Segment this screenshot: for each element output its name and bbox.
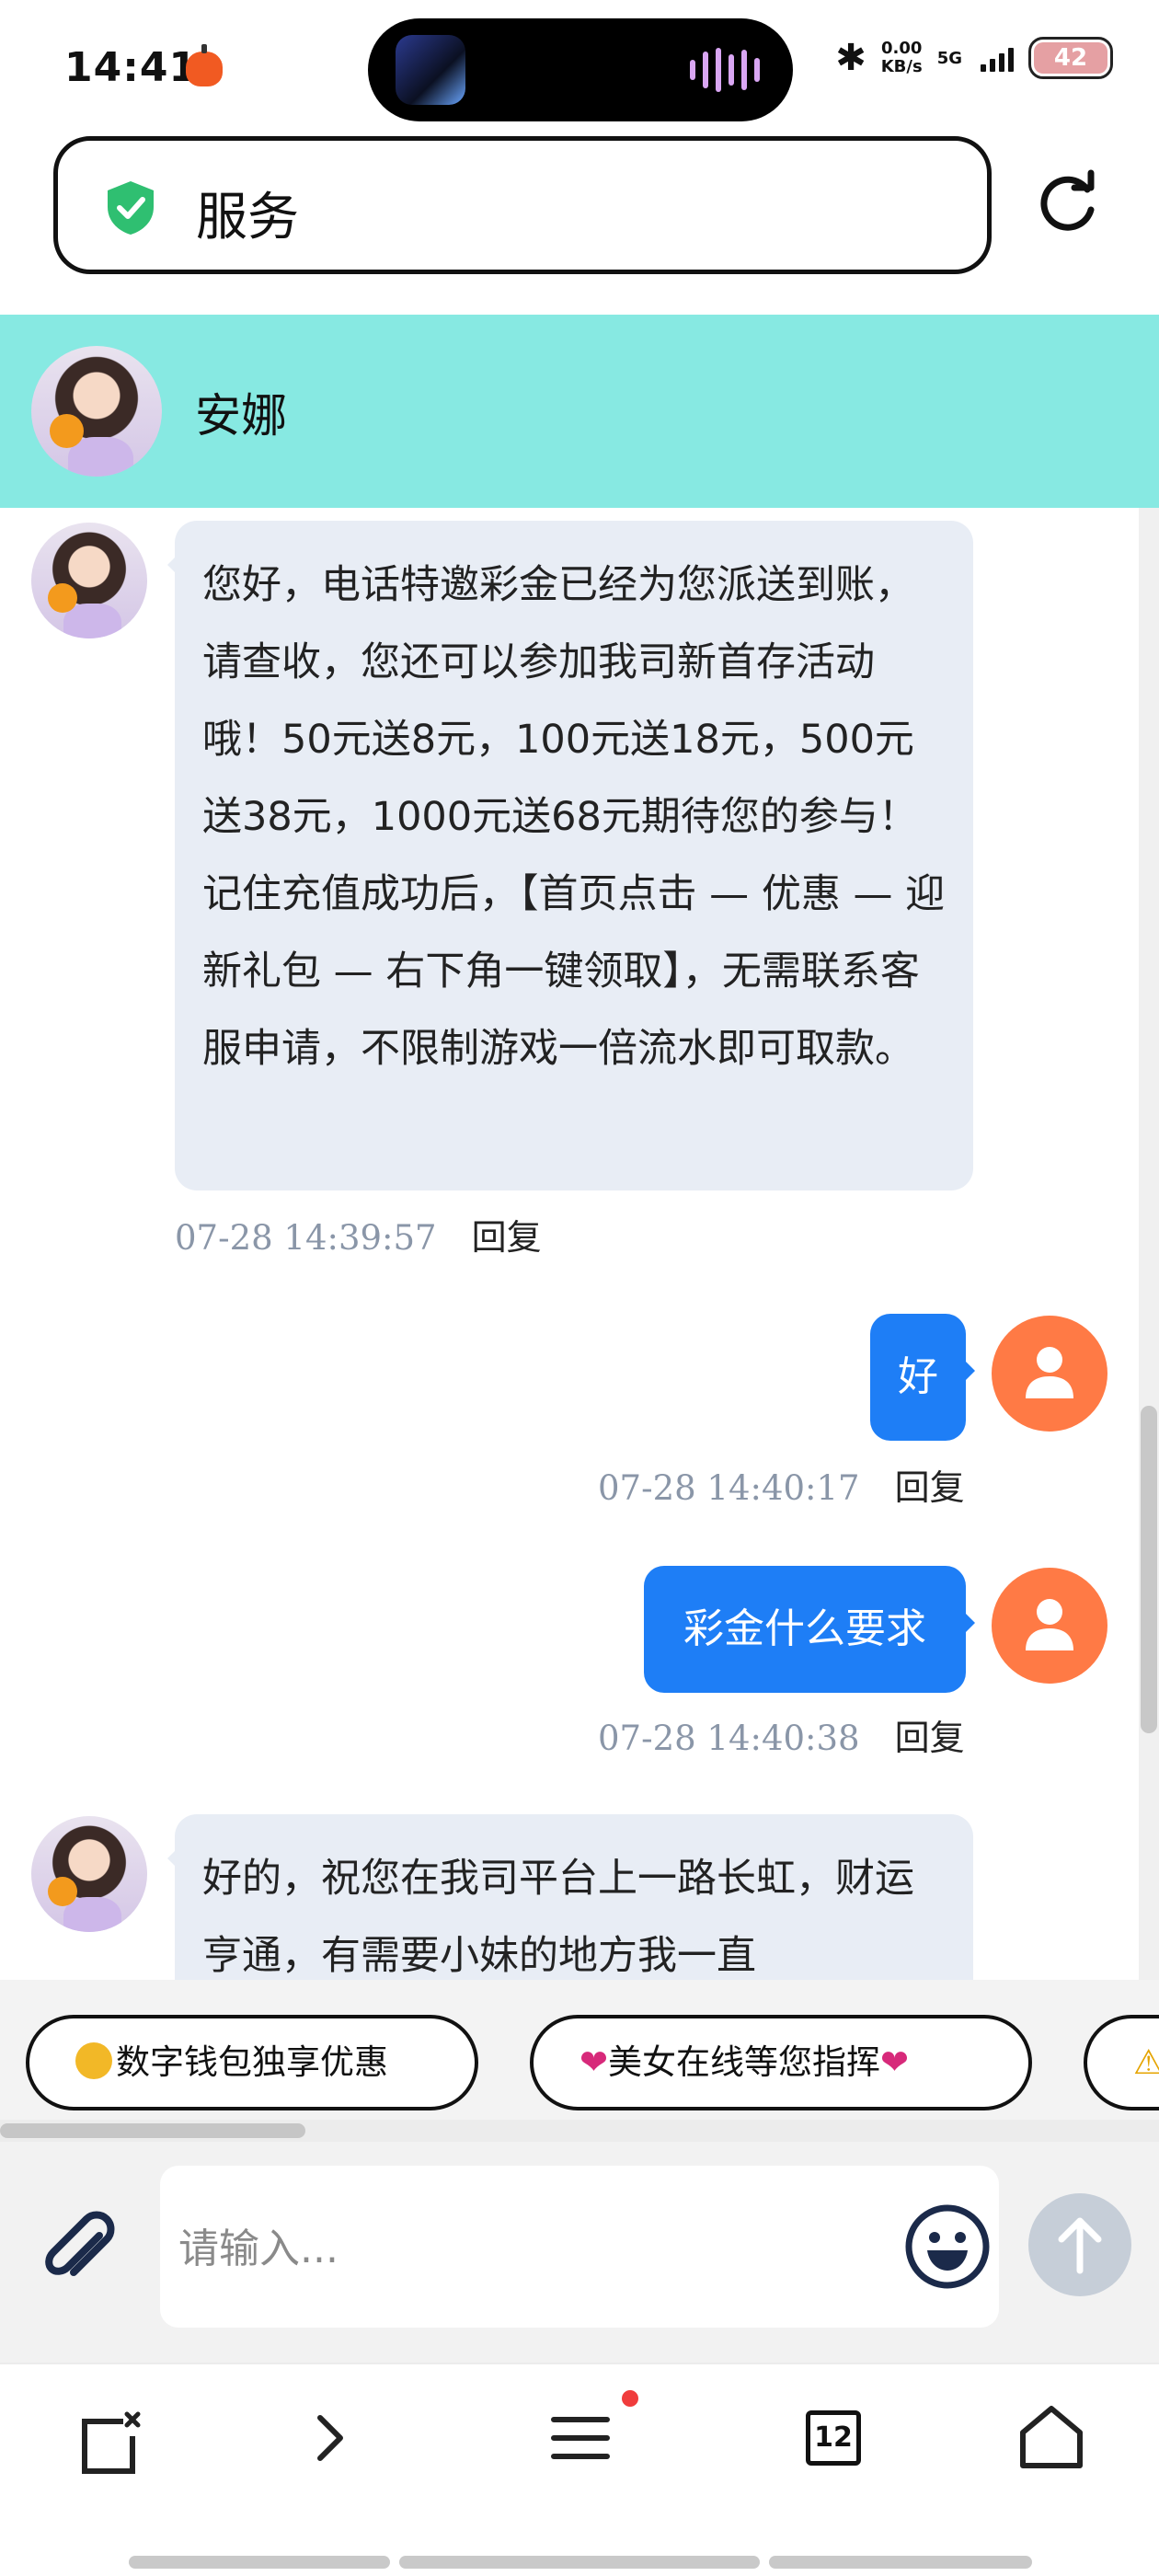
warning-icon: ⚠ [1133,2042,1159,2082]
page-title: 服务 [196,188,299,247]
reply-button[interactable]: 回复 [895,1467,965,1508]
close-tab-icon[interactable] [68,2405,151,2488]
bluetooth-icon: ✱ [835,37,866,79]
dynamic-island[interactable] [368,18,793,121]
hearts-icon: ❤ [580,2042,609,2082]
status-time: 14:41 [64,44,199,91]
quick-reply-chip[interactable]: ⚠ [1084,2015,1159,2110]
quick-reply-label: 美女在线等您指挥 [608,2042,881,2082]
gesture-bar[interactable] [769,2556,1032,2569]
user-person-icon [1026,1599,1073,1650]
audio-wave-icon [690,48,760,92]
gesture-bar[interactable] [399,2556,760,2569]
attachment-icon[interactable] [35,2208,127,2300]
emoji-icon[interactable] [903,2202,992,2291]
battery-icon: 42 [1028,37,1113,79]
secure-shield-icon [108,181,154,235]
status-bar: 14:41 ✱ 0.00 KB/s 5G 42 [0,0,1159,138]
reply-button[interactable]: 回复 [472,1217,542,1258]
message-input-box[interactable] [160,2166,999,2328]
quick-reply-chip[interactable]: ❤美女在线等您指挥❤ [530,2015,1032,2110]
agent-avatar[interactable] [31,1816,147,1932]
network-type: 5G [936,48,962,68]
message-timestamp: 07-28 14:39:57 [175,1218,437,1258]
user-message-bubble: 好 [870,1314,975,1441]
message-timestamp: 07-28 14:40:17 [598,1468,860,1508]
message-scrollbar-thumb[interactable] [1141,1406,1157,1733]
chat-header: 安娜 [0,315,1159,508]
menu-icon[interactable] [539,2396,622,2478]
message-timestamp: 07-28 14:40:38 [598,1719,860,1758]
agent-avatar[interactable] [31,346,162,477]
message-meta: 07-28 14:40:38 回复 [598,1709,965,1760]
quick-reply-chip[interactable]: 数字钱包独享优惠 [26,2015,478,2110]
user-avatar [992,1316,1107,1432]
home-icon[interactable] [1010,2396,1093,2478]
message-meta: 07-28 14:40:17 回复 [598,1459,965,1510]
network-speed: 0.00 KB/s [881,40,923,76]
hearts-icon: ❤ [880,2042,910,2082]
message-meta: 07-28 14:39:57 回复 [175,1209,542,1259]
agent-avatar[interactable] [31,523,147,638]
address-bar[interactable]: 服务 [53,136,992,274]
agent-message-bubble: 好的，祝您在我司平台上一路长虹，财运亨通，有需要小妹的地方我一直 [167,1814,973,1980]
reload-icon[interactable] [1036,169,1102,236]
quick-reply-bar[interactable]: 数字钱包独享优惠 ❤美女在线等您指挥❤ ⚠ [0,1980,1159,2120]
message-list[interactable]: 您好，电话特邀彩金已经为您派送到账，请查收，您还可以参加我司新首存活动哦！50元… [0,508,1159,1980]
chips-scrollbar[interactable] [0,2120,1159,2142]
network-speed-value: 0.00 [880,39,923,58]
network-speed-unit: KB/s [880,57,923,76]
pumpkin-notification-icon [186,44,223,86]
notification-dot [622,2390,638,2407]
arrow-up-icon [1058,2217,1102,2274]
status-icons: ✱ 0.00 KB/s 5G 42 [835,37,1113,79]
user-avatar [992,1568,1107,1684]
forward-icon[interactable] [287,2396,370,2478]
reply-button[interactable]: 回复 [895,1718,965,1758]
signal-icon [981,44,1014,72]
agent-message-bubble: 您好，电话特邀彩金已经为您派送到账，请查收，您还可以参加我司新首存活动哦！50元… [167,521,973,1190]
message-input[interactable] [178,2212,859,2285]
message-scrollbar[interactable] [1139,508,1159,1980]
send-button[interactable] [1028,2193,1131,2296]
user-person-icon [1026,1347,1073,1398]
tabs-button[interactable]: 12 [806,2410,861,2466]
money-bag-icon [75,2041,112,2079]
gesture-bar[interactable] [129,2556,390,2569]
media-thumbnail [396,35,465,105]
user-message-bubble: 彩金什么要求 [644,1566,975,1693]
composer [0,2142,1159,2363]
agent-name: 安娜 [195,389,287,443]
quick-reply-label: 数字钱包独享优惠 [116,2042,388,2082]
battery-level: 42 [1034,42,1107,74]
